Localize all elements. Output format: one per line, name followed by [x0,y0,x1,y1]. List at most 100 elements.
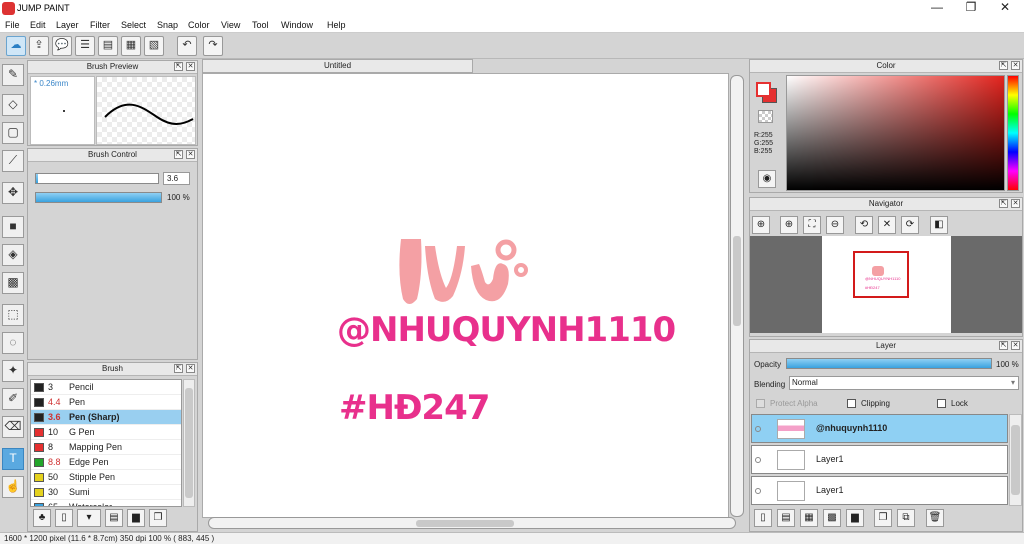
document-tab[interactable]: Untitled [202,59,473,73]
menu-layer[interactable]: Layer [56,20,79,30]
rect-select-tool-icon[interactable]: ⬚ [2,304,24,326]
canvas-vertical-scrollbar[interactable] [730,75,744,517]
menu-snap[interactable]: Snap [157,20,178,30]
merge-layer-icon[interactable]: ⧉ [897,509,915,527]
panel-close-icon[interactable]: ✕ [186,150,195,159]
layer-list-scrollbar[interactable] [1009,414,1022,506]
brush-size-value[interactable]: 3.6 [163,172,190,185]
select-eraser-tool-icon[interactable]: ⌫ [2,416,24,438]
maximize-button[interactable]: ❐ [954,0,988,17]
brush-tree-icon[interactable]: ♣ [33,509,51,527]
brush-item[interactable]: 8 Mapping Pen [31,440,181,455]
panel-close-icon[interactable]: ✕ [186,364,195,373]
redo-icon[interactable]: ↷ [203,36,223,56]
rotate-reset-icon[interactable]: ✕ [878,216,896,234]
layer-scroll-thumb[interactable] [1011,425,1020,495]
undock-icon[interactable]: ⇱ [999,61,1008,70]
zoom-actual-icon[interactable]: ⊕ [752,216,770,234]
panel-close-icon[interactable]: ✕ [1011,341,1020,350]
hue-slider[interactable] [1007,75,1019,191]
speech-bubble-icon[interactable]: 💬 [52,36,72,56]
brush-settings-icon[interactable]: ▤ [105,509,123,527]
duplicate-layer-icon[interactable]: ❐ [874,509,892,527]
canvas-vscroll-thumb[interactable] [733,236,741,326]
trash-icon[interactable]: 🗑 [926,509,944,527]
foreground-color-swatch[interactable] [756,82,771,97]
blending-select[interactable]: Normal ▾ [789,376,1019,390]
panel-close-icon[interactable]: ✕ [1011,199,1020,208]
undock-icon[interactable]: ⇱ [999,199,1008,208]
cloud-sync-icon[interactable]: ☁ [6,36,26,56]
new-tone-layer-icon[interactable]: ▦ [800,509,818,527]
brush-item[interactable]: 3 Pencil [31,380,181,395]
select-pen-tool-icon[interactable]: ✐ [2,388,24,410]
panel-close-icon[interactable]: ✕ [1011,61,1020,70]
brush-menu-icon[interactable]: ▾ [77,509,101,527]
bucket-fill-tool-icon[interactable]: ◈ [2,244,24,266]
brush-folder-icon[interactable]: ▆ [127,509,145,527]
new-brush-icon[interactable]: ▯ [55,509,73,527]
gradient-tool-icon[interactable]: ▩ [2,272,24,294]
brush-item[interactable]: 65 Watercolor [31,500,181,506]
minimize-button[interactable]: — [920,0,954,17]
brush-item[interactable]: 8.8 Edge Pen [31,455,181,470]
rotate-left-icon[interactable]: ⟲ [855,216,873,234]
new-layer-icon[interactable]: ▯ [754,509,772,527]
layer-opacity-slider[interactable] [786,358,992,369]
document-icon[interactable]: ▤ [98,36,118,56]
fit-screen-icon[interactable]: ⛶ [803,216,821,234]
menu-help[interactable]: Help [327,20,346,30]
brush-item[interactable]: 50 Stipple Pen [31,470,181,485]
menu-select[interactable]: Select [121,20,146,30]
menu-tool[interactable]: Tool [252,20,269,30]
layer-settings-icon[interactable]: ▤ [777,509,795,527]
rotate-right-icon[interactable]: ⟳ [901,216,919,234]
text-tool-icon[interactable]: T [2,448,24,470]
canvas-hscroll-thumb[interactable] [416,520,514,527]
undock-icon[interactable]: ⇱ [174,150,183,159]
layer-row[interactable]: @nhuquynh1110 [751,414,1008,443]
clipping-checkbox[interactable] [847,399,856,408]
brush-copy-icon[interactable]: ❐ [149,509,167,527]
brush-item[interactable]: 4.4 Pen [31,395,181,410]
share-icon[interactable]: ⇪ [29,36,49,56]
line-tool-icon[interactable]: ⟋ [2,150,24,172]
palette-icon[interactable]: ◉ [758,170,776,188]
screentone-icon[interactable]: ▩ [823,509,841,527]
menu-window[interactable]: Window [281,20,313,30]
magic-wand-tool-icon[interactable]: ✦ [2,360,24,382]
lasso-select-tool-icon[interactable]: ◌ [2,332,24,354]
visibility-icon[interactable] [755,488,761,494]
brush-size-slider[interactable] [35,173,159,184]
brush-scroll-thumb[interactable] [185,388,193,498]
navigator-preview[interactable]: @NHUQUYNH1110 #HĐ247 [822,236,951,333]
menu-file[interactable]: File [5,20,20,30]
menu-filter[interactable]: Filter [90,20,110,30]
menu-edit[interactable]: Edit [30,20,46,30]
undock-icon[interactable]: ⇱ [174,364,183,373]
panel-layout-icon[interactable]: ▦ [121,36,141,56]
layer-folder-icon[interactable]: ▆ [846,509,864,527]
undock-icon[interactable]: ⇱ [174,62,183,71]
zoom-in-icon[interactable]: ⊕ [780,216,798,234]
close-button[interactable]: ✕ [988,0,1022,17]
rectangle-tool-icon[interactable]: ▢ [2,122,24,144]
undock-icon[interactable]: ⇱ [999,341,1008,350]
fill-shape-tool-icon[interactable]: ■ [2,216,24,238]
undo-icon[interactable]: ↶ [177,36,197,56]
text-frame-icon[interactable]: ☰ [75,36,95,56]
transparent-color-icon[interactable] [758,110,773,123]
brush-opacity-slider[interactable] [35,192,162,203]
panel-close-icon[interactable]: ✕ [186,62,195,71]
brush-item[interactable]: 30 Sumi [31,485,181,500]
menu-view[interactable]: View [221,20,240,30]
menu-color[interactable]: Color [188,20,210,30]
move-tool-icon[interactable]: ✥ [2,182,24,204]
brush-item[interactable]: 3.6 Pen (Sharp) [31,410,181,425]
zoom-out-icon[interactable]: ⊖ [826,216,844,234]
brush-list-scrollbar[interactable] [183,379,195,507]
layer-row[interactable]: Layer1 [751,445,1008,474]
protect-alpha-checkbox[interactable] [756,399,765,408]
eraser-tool-icon[interactable]: ◇ [2,94,24,116]
brush-item[interactable]: 10 G Pen [31,425,181,440]
